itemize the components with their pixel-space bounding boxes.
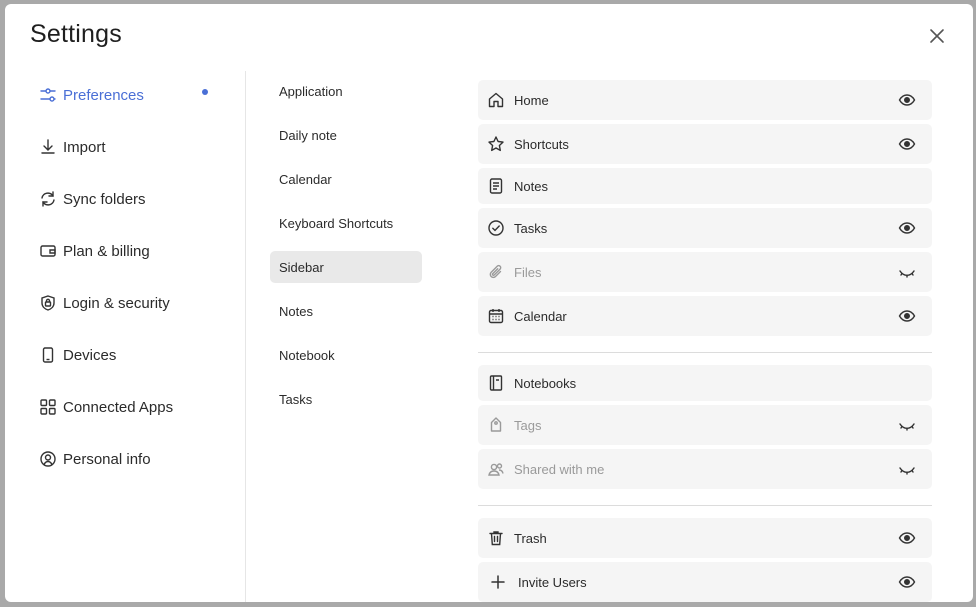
subnav-item-keyboard-shortcuts[interactable]: Keyboard Shortcuts (270, 207, 422, 239)
nav-item-label: Preferences (63, 86, 144, 104)
nav-item-connected-apps[interactable]: Connected Apps (39, 395, 219, 419)
home-icon (487, 91, 505, 109)
nav-item-label: Plan & billing (63, 242, 150, 260)
tag-icon (487, 416, 505, 434)
row-label: Notebooks (514, 375, 577, 391)
nav-item-preferences[interactable]: Preferences (39, 83, 219, 107)
active-indicator-dot (202, 89, 208, 95)
eye-icon[interactable] (898, 91, 916, 109)
nav-item-plan-billing[interactable]: Plan & billing (39, 239, 219, 263)
close-icon (930, 29, 944, 43)
eye-icon[interactable] (898, 573, 916, 591)
sync-icon (39, 190, 57, 208)
nav-item-personal-info[interactable]: Personal info (39, 447, 219, 471)
phone-icon (39, 346, 57, 364)
calendar-icon (487, 307, 505, 325)
preferences-subnav: Application Daily note Calendar Keyboard… (246, 71, 468, 602)
divider (478, 505, 932, 506)
row-label: Home (514, 92, 549, 108)
apps-grid-icon (39, 398, 57, 416)
star-icon (487, 135, 505, 153)
row-label: Shared with me (514, 461, 605, 477)
eye-closed-icon[interactable] (898, 263, 916, 281)
notebook-icon (487, 374, 505, 392)
settings-nav: Preferences Import Sync folders Plan & b… (5, 71, 246, 602)
subnav-item-daily-note[interactable]: Daily note (270, 119, 422, 151)
users-icon (487, 460, 505, 478)
eye-icon[interactable] (898, 529, 916, 547)
row-label: Files (514, 264, 542, 280)
nav-item-devices[interactable]: Devices (39, 343, 219, 367)
subnav-item-notebook[interactable]: Notebook (270, 339, 422, 371)
subnav-item-label: Application (279, 83, 343, 99)
nav-item-label: Devices (63, 346, 117, 364)
row-label: Tasks (514, 220, 548, 236)
row-label: Notes (514, 178, 548, 194)
subnav-item-tasks[interactable]: Tasks (270, 383, 422, 415)
sidebar-row-tasks[interactable]: Tasks (478, 208, 932, 248)
sidebar-row-tags[interactable]: Tags (478, 405, 932, 445)
nav-item-sync-folders[interactable]: Sync folders (39, 187, 219, 211)
check-circle-icon (487, 219, 505, 237)
subnav-item-label: Sidebar (279, 259, 324, 275)
nav-item-label: Connected Apps (63, 398, 174, 416)
subnav-item-label: Keyboard Shortcuts (279, 215, 394, 231)
nav-item-label: Sync folders (63, 190, 146, 208)
row-label: Tags (514, 417, 542, 433)
paperclip-icon (487, 263, 505, 281)
eye-closed-icon[interactable] (898, 416, 916, 434)
wallet-icon (39, 242, 57, 260)
eye-closed-icon[interactable] (898, 460, 916, 478)
subnav-item-label: Daily note (279, 127, 337, 143)
subnav-item-calendar[interactable]: Calendar (270, 163, 422, 195)
sidebar-row-notebooks[interactable]: Notebooks (478, 365, 932, 401)
nav-item-import[interactable]: Import (39, 135, 219, 159)
close-button[interactable] (927, 26, 947, 46)
eye-icon[interactable] (898, 219, 916, 237)
sidebar-row-files[interactable]: Files (478, 252, 932, 292)
subnav-item-label: Notes (279, 303, 313, 319)
sidebar-row-notes[interactable]: Notes (478, 168, 932, 204)
subnav-item-label: Tasks (279, 391, 313, 407)
subnav-item-label: Calendar (279, 171, 332, 187)
nav-item-label: Login & security (63, 294, 170, 312)
nav-item-login-security[interactable]: Login & security (39, 291, 219, 315)
settings-dialog: Settings Preferences Import Sync folders… (5, 4, 973, 602)
nav-item-label: Import (63, 138, 106, 156)
sliders-icon (39, 86, 57, 104)
row-label: Calendar (514, 308, 567, 324)
row-label: Trash (514, 530, 547, 546)
divider (478, 352, 932, 353)
nav-item-label: Personal info (63, 450, 151, 468)
subnav-item-notes[interactable]: Notes (270, 295, 422, 327)
subnav-item-sidebar[interactable]: Sidebar (270, 251, 422, 283)
sidebar-row-shortcuts[interactable]: Shortcuts (478, 124, 932, 164)
note-icon (487, 177, 505, 195)
eye-icon[interactable] (898, 135, 916, 153)
row-label: Shortcuts (514, 136, 569, 152)
subnav-item-application[interactable]: Application (270, 75, 422, 107)
download-icon (39, 138, 57, 156)
subnav-item-label: Notebook (279, 347, 335, 363)
sidebar-row-calendar[interactable]: Calendar (478, 296, 932, 336)
dialog-title: Settings (30, 20, 122, 48)
sidebar-row-trash[interactable]: Trash (478, 518, 932, 558)
sidebar-row-home[interactable]: Home (478, 80, 932, 120)
eye-icon[interactable] (898, 307, 916, 325)
sidebar-row-shared-with-me[interactable]: Shared with me (478, 449, 932, 489)
shield-lock-icon (39, 294, 57, 312)
user-circle-icon (39, 450, 57, 468)
trash-icon (487, 529, 505, 547)
sidebar-row-invite-users[interactable]: Invite Users (478, 562, 932, 602)
row-label: Invite Users (518, 574, 587, 590)
plus-icon (489, 573, 507, 591)
